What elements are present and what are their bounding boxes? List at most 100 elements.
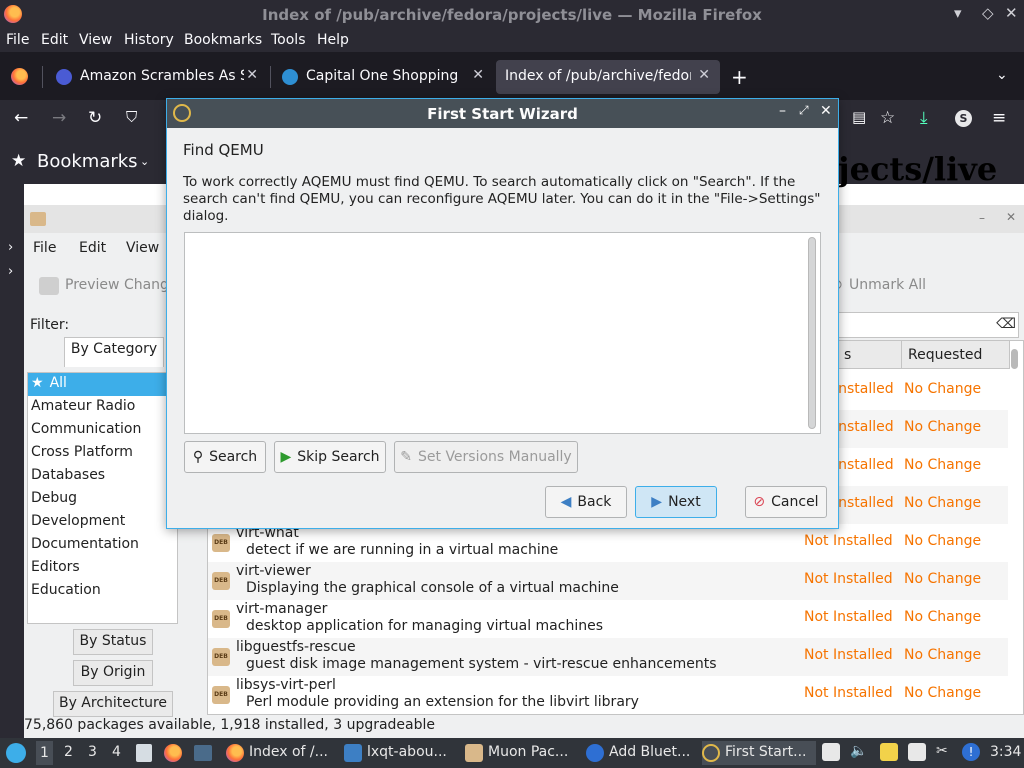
table-scrollbar[interactable] [1011, 349, 1018, 369]
column-header-status[interactable]: s [838, 341, 902, 369]
unmark-all-button[interactable]: Unmark All [849, 277, 926, 293]
tab-by-status[interactable]: By Status [73, 629, 153, 655]
table-row[interactable]: DEB libguestfs-rescue guest disk image m… [208, 638, 1008, 676]
firefox-view-icon[interactable] [11, 68, 28, 85]
output-scrollbar[interactable] [808, 237, 816, 429]
tab-amazon[interactable]: Amazon Scrambles As Sh ✕ [46, 60, 268, 94]
category-item[interactable]: Cross Platform [28, 442, 177, 465]
maximize-icon[interactable]: ◇ [982, 4, 994, 22]
list-all-tabs-icon[interactable]: ⌄ [996, 67, 1008, 83]
volume-icon[interactable]: 🔈 [850, 743, 868, 761]
category-item[interactable]: Documentation [28, 534, 177, 557]
back-button[interactable]: ◀ Back [545, 486, 627, 518]
tab-close-icon[interactable]: ✕ [698, 67, 710, 83]
tab-by-category[interactable]: By Category [64, 337, 164, 367]
menu-bookmarks[interactable]: Bookmarks [184, 32, 262, 48]
close-icon[interactable]: ✕ [1005, 4, 1018, 22]
back-icon[interactable]: ← [14, 108, 28, 128]
search-output-area[interactable] [184, 232, 821, 434]
new-tab-icon[interactable]: + [731, 65, 748, 89]
menu-help[interactable]: Help [317, 32, 349, 48]
table-row[interactable]: DEB virt-viewer Displaying the graphical… [208, 562, 1008, 600]
firefox-launcher-icon[interactable] [164, 744, 182, 762]
task-firefox[interactable]: Index of /... [226, 741, 334, 765]
search-input[interactable]: ⌫ [838, 312, 1019, 338]
muon-menu-view[interactable]: View [126, 240, 159, 256]
category-item[interactable]: Databases [28, 465, 177, 488]
category-item-all[interactable]: ★ All [28, 373, 177, 396]
next-button[interactable]: ▶ Next [635, 486, 717, 518]
package-status: Not Installed [804, 533, 893, 549]
task-muon[interactable]: Muon Pac... [465, 741, 575, 765]
shield-icon[interactable]: ⛉ [126, 108, 137, 126]
chevron-right-icon[interactable]: › [8, 264, 13, 279]
task-first-start-wizard[interactable]: First Start... [702, 741, 816, 765]
category-item[interactable]: Education [28, 580, 177, 603]
category-item[interactable]: Development [28, 511, 177, 534]
bookmarks-sidebar-title[interactable]: Bookmarks [37, 151, 138, 172]
tab-close-icon[interactable]: ✕ [246, 67, 258, 83]
tab-close-icon[interactable]: ✕ [472, 67, 484, 83]
set-versions-manually-button[interactable]: ✎ Set Versions Manually [394, 441, 578, 473]
clock[interactable]: 3:34 [990, 744, 1021, 760]
muon-menu-file[interactable]: File [33, 240, 56, 256]
package-updates-icon[interactable] [908, 743, 926, 761]
category-item[interactable]: Editors [28, 557, 177, 580]
tab-by-origin[interactable]: By Origin [73, 660, 153, 686]
minimize-icon[interactable]: – [979, 211, 985, 225]
menu-history[interactable]: History [124, 32, 174, 48]
close-icon[interactable]: ✕ [1006, 210, 1016, 224]
workspace-2[interactable]: 2 [64, 744, 73, 760]
reload-icon[interactable]: ↻ [88, 108, 102, 128]
table-row[interactable]: DEB virt-what detect if we are running i… [208, 524, 1008, 562]
menu-tools[interactable]: Tools [271, 32, 306, 48]
bookmarks-star-icon: ★ [11, 151, 27, 171]
account-icon[interactable]: S [955, 110, 972, 127]
chevron-right-icon[interactable]: › [8, 240, 13, 255]
table-row[interactable]: DEB virt-manager desktop application for… [208, 600, 1008, 638]
table-row[interactable]: DEB libsys-virt-perl Perl module providi… [208, 676, 1008, 714]
tools-icon[interactable]: ✂ [936, 743, 954, 761]
terminal-icon[interactable] [194, 745, 212, 761]
category-item[interactable]: Communication [28, 419, 177, 442]
workspace-3[interactable]: 3 [88, 744, 97, 760]
bookmark-star-icon[interactable]: ☆ [880, 108, 895, 128]
task-lxqt-about[interactable]: lxqt-abou... [344, 741, 452, 765]
menu-file[interactable]: File [6, 32, 29, 48]
reader-view-icon[interactable]: ▤ [852, 108, 866, 126]
category-item[interactable]: Amateur Radio [28, 396, 177, 419]
start-menu-icon[interactable] [6, 743, 26, 763]
tab-favicon-icon [56, 69, 72, 85]
close-icon[interactable]: ✕ [820, 103, 832, 119]
minimize-icon[interactable]: – [779, 103, 786, 119]
workspace-1[interactable]: 1 [36, 741, 53, 765]
task-add-bluetooth[interactable]: Add Bluet... [586, 741, 694, 765]
cancel-button[interactable]: ⊘ Cancel [745, 486, 827, 518]
package-description: Perl module providing an extension for t… [246, 694, 639, 710]
category-item[interactable]: Debug [28, 488, 177, 511]
minimize-icon[interactable]: ▾ [954, 4, 962, 22]
maximize-icon[interactable]: ⤢ [799, 103, 809, 118]
skip-search-button[interactable]: ▶ Skip Search [274, 441, 386, 473]
app-menu-icon[interactable]: ≡ [992, 108, 1006, 128]
workspace-4[interactable]: 4 [112, 744, 121, 760]
downloads-icon[interactable]: ⤓ [920, 108, 928, 128]
firefox-menubar: File Edit View History Bookmarks Tools H… [0, 30, 1024, 52]
clear-search-icon[interactable]: ⌫ [996, 316, 1016, 332]
tab-by-architecture[interactable]: By Architecture [53, 691, 173, 717]
column-header-requested[interactable]: Requested [902, 341, 1010, 369]
tab-capital-one[interactable]: Capital One Shopping ✕ [272, 60, 494, 94]
forward-icon[interactable]: → [52, 108, 66, 128]
menu-view[interactable]: View [79, 32, 112, 48]
clipboard-icon[interactable] [880, 743, 898, 761]
menu-edit[interactable]: Edit [41, 32, 68, 48]
muon-menu-edit[interactable]: Edit [79, 240, 106, 256]
chevron-down-icon[interactable]: ⌄ [140, 155, 149, 168]
search-button[interactable]: ⚲ Search [184, 441, 266, 473]
bluetooth-icon [586, 744, 604, 762]
notes-icon[interactable] [822, 743, 840, 761]
preview-changes-button[interactable]: Preview Chang [65, 277, 169, 293]
tab-index-of[interactable]: Index of /pub/archive/fedora ✕ [496, 60, 720, 94]
notification-icon[interactable]: ! [962, 743, 980, 761]
file-manager-icon[interactable] [136, 744, 152, 762]
